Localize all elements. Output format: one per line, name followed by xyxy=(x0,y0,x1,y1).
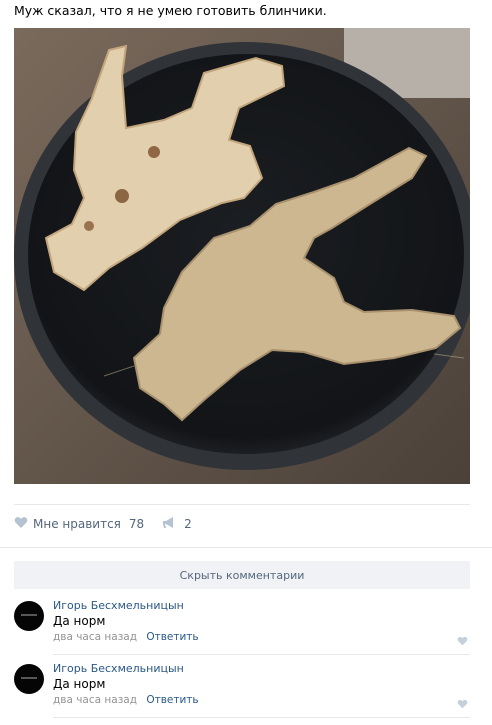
comment-divider xyxy=(53,654,470,655)
like-label: Мне нравится xyxy=(33,517,121,531)
post-text: Муж сказал, что я не умею готовить блинч… xyxy=(14,3,327,18)
actions-divider-top xyxy=(14,504,470,505)
comment-item: Игорь Бесхмельницын Да норм два часа наз… xyxy=(14,599,470,655)
megaphone-icon xyxy=(162,516,176,532)
pancake-pan-photo xyxy=(14,28,470,484)
hide-comments-button[interactable]: Скрыть комментарии xyxy=(14,561,470,589)
comment-like-heart-icon[interactable] xyxy=(457,694,468,713)
avatar[interactable] xyxy=(14,664,44,694)
comment-time[interactable]: два часа назад xyxy=(53,631,137,643)
post-divider xyxy=(0,547,492,548)
comment-time[interactable]: два часа назад xyxy=(53,694,137,706)
avatar[interactable] xyxy=(14,601,44,631)
post-actions: Мне нравится 78 2 xyxy=(14,514,210,534)
reply-link[interactable]: Ответить xyxy=(146,631,198,643)
comment-item: Игорь Бесхмельницын Да норм два часа наз… xyxy=(14,662,470,718)
like-count: 78 xyxy=(128,517,145,531)
comment-like-heart-icon[interactable] xyxy=(457,631,468,650)
comment-meta: два часа назад Ответить xyxy=(53,694,199,706)
comment-meta: два часа назад Ответить xyxy=(53,631,199,643)
share-button[interactable]: 2 xyxy=(162,516,192,532)
share-count: 2 xyxy=(184,517,192,531)
comment-text: Да норм xyxy=(53,677,106,691)
comment-divider xyxy=(53,717,470,718)
comment-text: Да норм xyxy=(53,614,106,628)
comment-author[interactable]: Игорь Бесхмельницын xyxy=(53,662,184,675)
post-photo[interactable] xyxy=(14,28,470,484)
like-button[interactable]: Мне нравится 78 xyxy=(14,516,144,532)
heart-icon xyxy=(14,516,28,532)
comment-author[interactable]: Игорь Бесхмельницын xyxy=(53,599,184,612)
reply-link[interactable]: Ответить xyxy=(146,694,198,706)
